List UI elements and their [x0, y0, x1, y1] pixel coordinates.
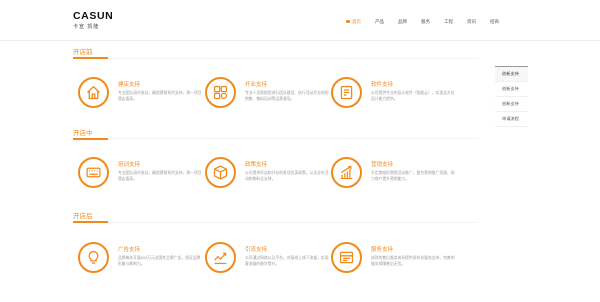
section-divider [73, 138, 478, 139]
house-icon [87, 85, 100, 100]
main-nav: 首页 产品 品牌 服务 工程 资讯 招商 [346, 19, 513, 25]
feature-icon-circle [78, 157, 109, 188]
feature-icon-circle [205, 157, 236, 188]
section-underline [73, 221, 108, 223]
feature-card-advertising[interactable]: 广告支持 品牌每年开展600万元全国性品牌广告，保证品牌形象与影响力。 [78, 242, 203, 284]
nav-item-brand[interactable]: 品牌 [398, 19, 407, 25]
feature-title: 引流支持 [245, 247, 268, 253]
section-title-before-opening: 开店前 [73, 49, 93, 56]
grid-icon [213, 85, 228, 100]
growth-chart-icon [340, 165, 353, 180]
feature-card-service[interactable]: 服务支持 成熟的售后服务体系提供多样化服务支持，完善的服务保障售后无忧。 [331, 242, 456, 284]
section-title-after-opening: 开店后 [73, 213, 93, 220]
brand-name-en: CASUN [73, 10, 114, 22]
nav-item-news[interactable]: 资讯 [467, 19, 476, 25]
feature-icon-circle [78, 77, 109, 108]
side-menu: 创新支持 创新支持 创新支持 申请流程 [495, 66, 528, 127]
nav-item-franchise[interactable]: 招商 [490, 19, 499, 25]
feature-title: 广告支持 [118, 247, 141, 253]
feature-title: 服务支持 [371, 247, 394, 253]
side-menu-item[interactable]: 创新支持 [495, 97, 528, 112]
feature-title: 培训支持 [118, 162, 141, 168]
feature-icon-circle [331, 77, 362, 108]
nav-item-home[interactable]: 首页 [346, 19, 361, 25]
feature-description: 公司提供开店和开业的各项优惠政策，以及全年活动和物料全支持。 [245, 171, 329, 181]
brand-name-cn: 卡宣 凯隆 [73, 24, 100, 30]
feature-description: 专业人员帮助您进行团队建设、执行活动开业前的销售、物料培训等运营督导。 [245, 91, 329, 101]
section-divider [73, 58, 478, 59]
feature-title: 软件支持 [371, 82, 394, 88]
feature-title: 营销支持 [371, 162, 394, 168]
nav-item-service[interactable]: 服务 [421, 19, 430, 25]
active-dot-icon [346, 19, 350, 23]
section-title-during-opening: 开店中 [73, 130, 93, 137]
feature-description: 品牌每年开展600万元全国性品牌广告，保证品牌形象与影响力。 [118, 256, 201, 266]
brand-logo[interactable]: CASUN 卡宣 凯隆 [73, 11, 113, 30]
feature-description: 专业团队测评选址，确保营销系列支持，统一项目落店面局。 [118, 91, 202, 101]
keyboard-icon [86, 167, 101, 178]
nav-item-engineering[interactable]: 工程 [444, 19, 453, 25]
site-header: CASUN 卡宣 凯隆 首页 产品 品牌 服务 工程 资讯 招商 [0, 0, 600, 41]
feature-card-traffic[interactable]: 引流支持 公司通过网络以及平台，对接线上线下流量，实现客流量的稳步提升。 [205, 242, 330, 284]
side-menu-item[interactable]: 创新支持 [495, 66, 528, 82]
box-icon [213, 165, 228, 180]
feature-title: 建店支持 [118, 82, 141, 88]
feature-icon-circle [78, 242, 109, 273]
line-chart-icon [214, 252, 227, 265]
document-icon [340, 85, 353, 100]
window-icon [339, 251, 354, 264]
feature-description: 不定期组织营销活动推广，整合营销推广资源，助力商户提升营销能力。 [371, 171, 455, 181]
feature-title: 开业支持 [245, 82, 268, 88]
feature-card-training[interactable]: 培训支持 专业团队测评选址，确保营销系列支持，统一项目落店面局。 [78, 157, 203, 199]
feature-card-store-building[interactable]: 建店支持 专业团队测评选址，确保营销系列支持，统一项目落店面局。 [78, 77, 203, 119]
feature-card-marketing[interactable]: 营销支持 不定期组织营销活动推广，整合营销推广资源，助力商户提升营销能力。 [331, 157, 456, 199]
section-underline [73, 138, 108, 140]
feature-description: 专业团队测评选址，确保营销系列支持，统一项目落店面局。 [118, 171, 202, 181]
feature-icon-circle [331, 157, 362, 188]
feature-icon-circle [331, 242, 362, 273]
feature-card-opening[interactable]: 开业支持 专业人员帮助您进行团队建设、执行活动开业前的销售、物料培训等运营督导。 [205, 77, 330, 119]
side-menu-item-apply-process[interactable]: 申请流程 [495, 112, 528, 127]
feature-title: 政策支持 [245, 162, 268, 168]
feature-description: 成熟的售后服务体系提供多样化服务支持，完善的服务保障售后无忧。 [371, 256, 455, 266]
section-underline [73, 57, 108, 59]
feature-icon-circle [205, 242, 236, 273]
bulb-icon [88, 250, 99, 264]
feature-description: 公司通过网络以及平台，对接线上线下流量，实现客流量的稳步提升。 [245, 256, 329, 266]
section-divider [73, 222, 478, 223]
feature-card-software[interactable]: 软件支持 公司提供专业的设计软件（智能云），实现全方位设计能力提供。 [331, 77, 456, 119]
feature-description: 公司提供专业的设计软件（智能云），实现全方位设计能力提供。 [371, 91, 455, 101]
side-menu-item[interactable]: 创新支持 [495, 82, 528, 97]
feature-card-policy[interactable]: 政策支持 公司提供开店和开业的各项优惠政策，以及全年活动和物料全支持。 [205, 157, 330, 199]
nav-item-products[interactable]: 产品 [375, 19, 384, 25]
feature-icon-circle [205, 77, 236, 108]
